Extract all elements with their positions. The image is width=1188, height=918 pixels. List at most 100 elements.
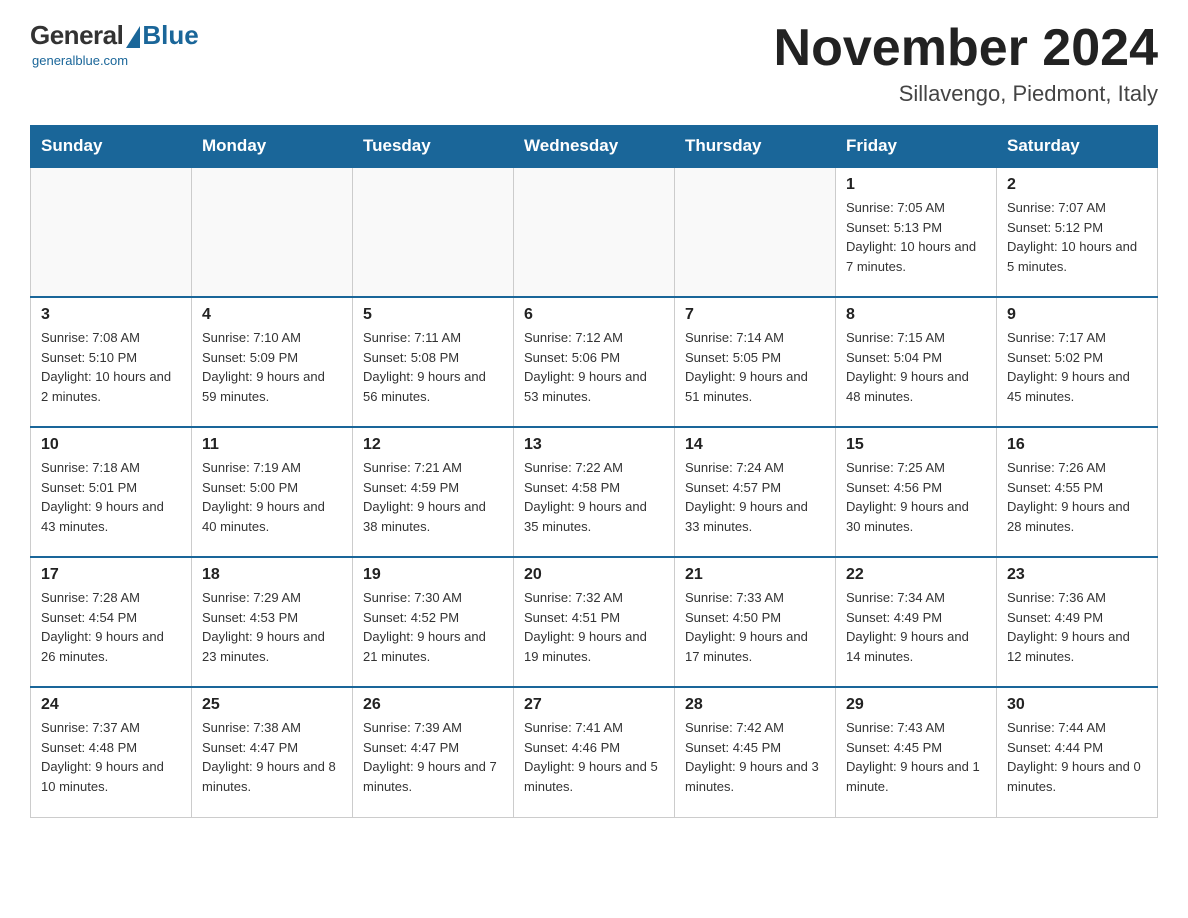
calendar-cell: 14 Sunrise: 7:24 AMSunset: 4:57 PMDayligh… (675, 427, 836, 557)
day-number: 8 (846, 306, 986, 324)
day-number: 11 (202, 436, 342, 454)
calendar-cell: 15 Sunrise: 7:25 AMSunset: 4:56 PMDayligh… (836, 427, 997, 557)
calendar-cell: 7 Sunrise: 7:14 AMSunset: 5:05 PMDaylight… (675, 297, 836, 427)
day-number: 30 (1007, 696, 1147, 714)
day-number: 20 (524, 566, 664, 584)
day-number: 24 (41, 696, 181, 714)
calendar-cell: 11 Sunrise: 7:19 AMSunset: 5:00 PMDayligh… (192, 427, 353, 557)
day-info: Sunrise: 7:24 AMSunset: 4:57 PMDaylight:… (685, 458, 825, 536)
day-info: Sunrise: 7:08 AMSunset: 5:10 PMDaylight:… (41, 328, 181, 406)
calendar-week-3: 10 Sunrise: 7:18 AMSunset: 5:01 PMDayligh… (31, 427, 1158, 557)
calendar-week-4: 17Sunrise: 7:28 AMSunset: 4:54 PMDayligh… (31, 557, 1158, 687)
calendar-cell: 24 Sunrise: 7:37 AMSunset: 4:48 PMDayligh… (31, 687, 192, 817)
day-number: 29 (846, 696, 986, 714)
calendar-cell: 1Sunrise: 7:05 AMSunset: 5:13 PMDaylight… (836, 167, 997, 297)
calendar-cell: 10 Sunrise: 7:18 AMSunset: 5:01 PMDayligh… (31, 427, 192, 557)
calendar-header: SundayMondayTuesdayWednesdayThursdayFrid… (31, 126, 1158, 168)
calendar-title: November 2024 (774, 20, 1158, 77)
calendar-cell: 17Sunrise: 7:28 AMSunset: 4:54 PMDayligh… (31, 557, 192, 687)
day-number: 3 (41, 306, 181, 324)
day-info: Sunrise: 7:36 AMSunset: 4:49 PMDaylight:… (1007, 588, 1147, 666)
day-info: Sunrise: 7:11 AMSunset: 5:08 PMDaylight:… (363, 328, 503, 406)
weekday-header-sunday: Sunday (31, 126, 192, 168)
calendar-week-5: 24 Sunrise: 7:37 AMSunset: 4:48 PMDayligh… (31, 687, 1158, 817)
day-number: 4 (202, 306, 342, 324)
day-info: Sunrise: 7:28 AMSunset: 4:54 PMDaylight:… (41, 588, 181, 666)
calendar-week-2: 3 Sunrise: 7:08 AMSunset: 5:10 PMDaylight… (31, 297, 1158, 427)
logo-general-text: General (30, 20, 123, 51)
day-info: Sunrise: 7:05 AMSunset: 5:13 PMDaylight:… (846, 198, 986, 276)
calendar-title-block: November 2024 Sillavengo, Piedmont, Ital… (774, 20, 1158, 107)
day-info: Sunrise: 7:44 AMSunset: 4:44 PMDaylight:… (1007, 718, 1147, 796)
weekday-header-monday: Monday (192, 126, 353, 168)
day-info: Sunrise: 7:25 AMSunset: 4:56 PMDaylight:… (846, 458, 986, 536)
day-number: 18 (202, 566, 342, 584)
day-number: 13 (524, 436, 664, 454)
calendar-cell: 27 Sunrise: 7:41 AMSunset: 4:46 PMDayligh… (514, 687, 675, 817)
weekday-header-wednesday: Wednesday (514, 126, 675, 168)
calendar-cell: 28Sunrise: 7:42 AMSunset: 4:45 PMDayligh… (675, 687, 836, 817)
calendar-cell: 23 Sunrise: 7:36 AMSunset: 4:49 PMDayligh… (997, 557, 1158, 687)
calendar-body: 1Sunrise: 7:05 AMSunset: 5:13 PMDaylight… (31, 167, 1158, 817)
day-number: 10 (41, 436, 181, 454)
logo-triangle-icon (126, 26, 140, 48)
day-info: Sunrise: 7:22 AMSunset: 4:58 PMDaylight:… (524, 458, 664, 536)
day-number: 22 (846, 566, 986, 584)
calendar-cell: 26 Sunrise: 7:39 AMSunset: 4:47 PMDayligh… (353, 687, 514, 817)
day-info: Sunrise: 7:26 AMSunset: 4:55 PMDaylight:… (1007, 458, 1147, 536)
day-info: Sunrise: 7:38 AMSunset: 4:47 PMDaylight:… (202, 718, 342, 796)
calendar-cell: 22 Sunrise: 7:34 AMSunset: 4:49 PMDayligh… (836, 557, 997, 687)
day-number: 15 (846, 436, 986, 454)
day-info: Sunrise: 7:41 AMSunset: 4:46 PMDaylight:… (524, 718, 664, 796)
day-number: 27 (524, 696, 664, 714)
page-header: General Blue generalblue.com November 20… (30, 20, 1158, 107)
day-info: Sunrise: 7:14 AMSunset: 5:05 PMDaylight:… (685, 328, 825, 406)
calendar-cell: 18Sunrise: 7:29 AMSunset: 4:53 PMDayligh… (192, 557, 353, 687)
calendar-cell: 6 Sunrise: 7:12 AMSunset: 5:06 PMDaylight… (514, 297, 675, 427)
day-info: Sunrise: 7:33 AMSunset: 4:50 PMDaylight:… (685, 588, 825, 666)
day-info: Sunrise: 7:10 AMSunset: 5:09 PMDaylight:… (202, 328, 342, 406)
day-info: Sunrise: 7:18 AMSunset: 5:01 PMDaylight:… (41, 458, 181, 536)
calendar-cell: 12 Sunrise: 7:21 AMSunset: 4:59 PMDayligh… (353, 427, 514, 557)
day-number: 14 (685, 436, 825, 454)
day-number: 2 (1007, 176, 1147, 194)
calendar-cell: 29 Sunrise: 7:43 AMSunset: 4:45 PMDayligh… (836, 687, 997, 817)
calendar-table: SundayMondayTuesdayWednesdayThursdayFrid… (30, 125, 1158, 818)
calendar-cell: 20 Sunrise: 7:32 AMSunset: 4:51 PMDayligh… (514, 557, 675, 687)
day-info: Sunrise: 7:12 AMSunset: 5:06 PMDaylight:… (524, 328, 664, 406)
calendar-cell: 25 Sunrise: 7:38 AMSunset: 4:47 PMDayligh… (192, 687, 353, 817)
day-info: Sunrise: 7:19 AMSunset: 5:00 PMDaylight:… (202, 458, 342, 536)
day-info: Sunrise: 7:39 AMSunset: 4:47 PMDaylight:… (363, 718, 503, 796)
calendar-subtitle: Sillavengo, Piedmont, Italy (774, 81, 1158, 107)
calendar-cell: 16Sunrise: 7:26 AMSunset: 4:55 PMDayligh… (997, 427, 1158, 557)
calendar-cell: 3 Sunrise: 7:08 AMSunset: 5:10 PMDaylight… (31, 297, 192, 427)
calendar-cell: 8Sunrise: 7:15 AMSunset: 5:04 PMDaylight… (836, 297, 997, 427)
day-number: 7 (685, 306, 825, 324)
day-number: 23 (1007, 566, 1147, 584)
day-info: Sunrise: 7:34 AMSunset: 4:49 PMDaylight:… (846, 588, 986, 666)
calendar-cell: 19 Sunrise: 7:30 AMSunset: 4:52 PMDayligh… (353, 557, 514, 687)
day-number: 25 (202, 696, 342, 714)
day-info: Sunrise: 7:21 AMSunset: 4:59 PMDaylight:… (363, 458, 503, 536)
calendar-cell: 5Sunrise: 7:11 AMSunset: 5:08 PMDaylight… (353, 297, 514, 427)
calendar-cell (192, 167, 353, 297)
weekday-header-friday: Friday (836, 126, 997, 168)
day-info: Sunrise: 7:30 AMSunset: 4:52 PMDaylight:… (363, 588, 503, 666)
day-number: 26 (363, 696, 503, 714)
weekday-header-row: SundayMondayTuesdayWednesdayThursdayFrid… (31, 126, 1158, 168)
logo-subtitle: generalblue.com (32, 53, 128, 68)
calendar-cell (31, 167, 192, 297)
day-number: 6 (524, 306, 664, 324)
day-number: 12 (363, 436, 503, 454)
calendar-cell: 21Sunrise: 7:33 AMSunset: 4:50 PMDayligh… (675, 557, 836, 687)
day-number: 19 (363, 566, 503, 584)
day-number: 28 (685, 696, 825, 714)
day-info: Sunrise: 7:37 AMSunset: 4:48 PMDaylight:… (41, 718, 181, 796)
calendar-cell: 13 Sunrise: 7:22 AMSunset: 4:58 PMDayligh… (514, 427, 675, 557)
calendar-week-1: 1Sunrise: 7:05 AMSunset: 5:13 PMDaylight… (31, 167, 1158, 297)
calendar-cell: 4 Sunrise: 7:10 AMSunset: 5:09 PMDaylight… (192, 297, 353, 427)
calendar-cell: 9Sunrise: 7:17 AMSunset: 5:02 PMDaylight… (997, 297, 1158, 427)
day-info: Sunrise: 7:43 AMSunset: 4:45 PMDaylight:… (846, 718, 986, 796)
day-info: Sunrise: 7:32 AMSunset: 4:51 PMDaylight:… (524, 588, 664, 666)
weekday-header-thursday: Thursday (675, 126, 836, 168)
